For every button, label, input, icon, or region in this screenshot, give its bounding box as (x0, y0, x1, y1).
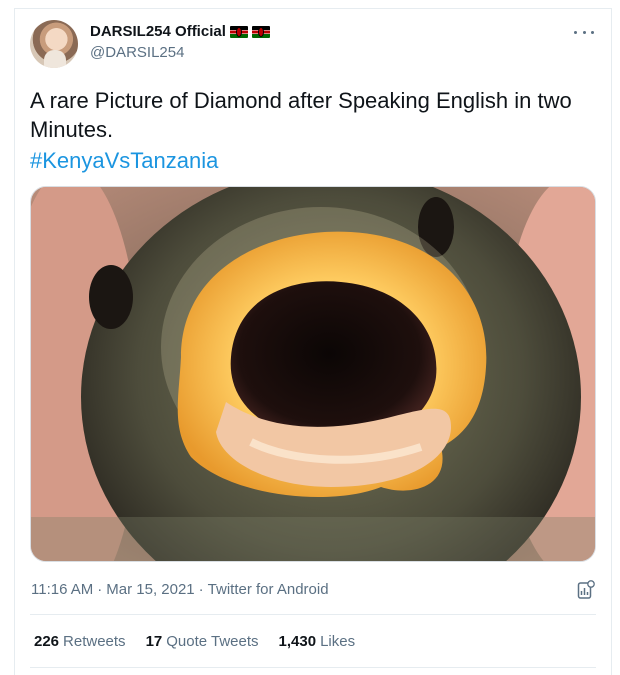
avatar[interactable] (30, 20, 78, 68)
hashtag-link[interactable]: #KenyaVsTanzania (30, 146, 218, 175)
tweet-text: A rare Picture of Diamond after Speaking… (30, 88, 572, 142)
divider (30, 614, 596, 615)
divider (30, 667, 596, 668)
retweets-stat[interactable]: 226 Retweets (34, 633, 126, 650)
meta-separator: · (97, 581, 103, 598)
tweet-stats: 226 Retweets 17 Quote Tweets 1,430 Likes (34, 633, 355, 650)
tweet-time[interactable]: 11:16 AM (31, 581, 93, 598)
fish-photo-illustration (31, 187, 595, 561)
display-name[interactable]: DARSIL254 Official (90, 23, 226, 40)
tweet-meta: 11:16 AM · Mar 15, 2021 · Twitter for An… (31, 581, 329, 598)
kenya-flag-icon (251, 25, 270, 38)
user-handle[interactable]: @DARSIL254 (90, 44, 184, 61)
more-icon[interactable] (574, 26, 594, 38)
tweet-photo[interactable] (30, 186, 596, 562)
likes-stat[interactable]: 1,430 Likes (279, 633, 356, 650)
quote-tweets-stat[interactable]: 17 Quote Tweets (146, 633, 259, 650)
tweet-date[interactable]: Mar 15, 2021 (106, 581, 194, 598)
user-name-row[interactable]: DARSIL254 Official (90, 23, 270, 40)
analytics-icon[interactable] (577, 580, 595, 600)
kenya-flag-icon (229, 25, 248, 38)
meta-separator: · (198, 581, 204, 598)
tweet-source[interactable]: Twitter for Android (208, 581, 329, 598)
